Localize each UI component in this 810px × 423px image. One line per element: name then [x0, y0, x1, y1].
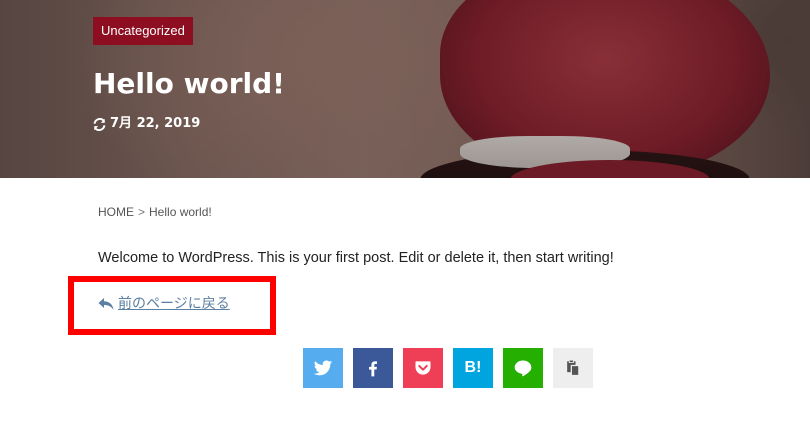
share-line-button[interactable]	[503, 348, 543, 388]
share-facebook-button[interactable]	[353, 348, 393, 388]
breadcrumb-home[interactable]: HOME	[98, 205, 134, 219]
pocket-icon	[415, 361, 431, 375]
share-copy-button[interactable]	[553, 348, 593, 388]
refresh-icon	[93, 117, 106, 131]
breadcrumb: HOME > Hello world!	[98, 204, 212, 220]
back-link-label: 前のページに戻る	[118, 296, 230, 312]
hatena-bookmark-icon: B!	[464, 359, 482, 376]
reply-arrow-icon	[98, 298, 114, 310]
share-twitter-button[interactable]	[303, 348, 343, 388]
copy-icon	[567, 359, 580, 377]
share-hatena-button[interactable]: B!	[453, 348, 493, 388]
post-title: Hello world!	[93, 67, 285, 100]
post-date: 7月 22, 2019	[93, 115, 200, 133]
facebook-icon	[369, 361, 377, 377]
share-pocket-button[interactable]	[403, 348, 443, 388]
category-badge[interactable]: Uncategorized	[93, 17, 193, 45]
post-content: Welcome to WordPress. This is your first…	[98, 250, 614, 266]
breadcrumb-current: Hello world!	[149, 205, 212, 219]
twitter-icon	[313, 360, 333, 376]
post-date-text: 7月 22, 2019	[110, 116, 201, 131]
back-link[interactable]: 前のページに戻る	[98, 295, 230, 313]
breadcrumb-separator: >	[138, 205, 146, 219]
line-icon	[514, 360, 532, 377]
